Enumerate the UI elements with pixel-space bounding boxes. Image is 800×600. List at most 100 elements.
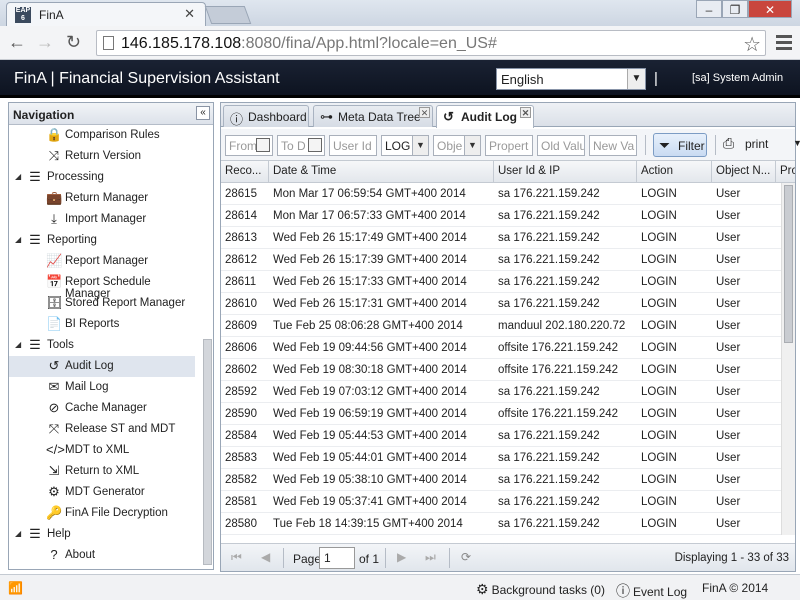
- nav-group-processing[interactable]: ◢ ☰ Processing: [9, 167, 195, 188]
- nav-group-reporting[interactable]: ◢ ☰ Reporting: [9, 230, 195, 251]
- table-row[interactable]: 28611 Wed Feb 26 15:17:33 GMT+400 2014 sa …: [221, 271, 781, 293]
- page-number-input[interactable]: 1: [319, 547, 355, 569]
- event-log[interactable]: ⓘ Event Log: [616, 581, 687, 600]
- table-row[interactable]: 28592 Wed Feb 19 07:03:12 GMT+400 2014 sa …: [221, 381, 781, 403]
- table-row[interactable]: 28615 Mon Mar 17 06:59:54 GMT+400 2014 sa …: [221, 183, 781, 205]
- browser-tab[interactable]: EAP 6 FinA ✕: [6, 2, 206, 26]
- prev-page-icon[interactable]: ◀: [261, 550, 270, 564]
- chevron-down-icon[interactable]: ▼: [464, 136, 480, 155]
- table-row[interactable]: 28581 Wed Feb 19 05:37:41 GMT+400 2014 sa …: [221, 491, 781, 513]
- column-header-property[interactable]: Pro: [776, 161, 795, 183]
- table-cell: LOGIN: [641, 342, 677, 354]
- table-row[interactable]: 28606 Wed Feb 19 09:44:56 GMT+400 2014 off…: [221, 337, 781, 359]
- table-row[interactable]: 28583 Wed Feb 19 05:44:01 GMT+400 2014 sa …: [221, 447, 781, 469]
- user-id-field[interactable]: User Id: [329, 135, 377, 156]
- collapse-icon[interactable]: «: [196, 106, 210, 120]
- table-row[interactable]: 28590 Wed Feb 19 06:59:19 GMT+400 2014 off…: [221, 403, 781, 425]
- compress-icon: ⤧: [48, 421, 60, 436]
- table-row[interactable]: 28602 Wed Feb 19 08:30:18 GMT+400 2014 off…: [221, 359, 781, 381]
- grid-vertical-scrollbar[interactable]: [781, 183, 795, 535]
- table-row[interactable]: 28580 Tue Feb 18 14:39:15 GMT+400 2014 sa …: [221, 513, 781, 535]
- expand-arrow-icon[interactable]: ◢: [15, 172, 21, 181]
- close-tab-icon[interactable]: ✕: [520, 107, 531, 118]
- table-cell: manduul 202.180.220.72: [498, 320, 626, 332]
- tab-meta-data-tree[interactable]: ⊶ Meta Data Tree ✕: [313, 105, 433, 127]
- refresh-icon[interactable]: ⟳: [461, 550, 471, 564]
- language-select[interactable]: English ▼: [496, 68, 646, 90]
- background-tasks[interactable]: ⚙ Background tasks (0): [476, 581, 605, 598]
- new-value-field[interactable]: New Va: [589, 135, 637, 156]
- table-row[interactable]: 28610 Wed Feb 26 15:17:31 GMT+400 2014 sa …: [221, 293, 781, 315]
- nav-item-comparison-rules[interactable]: 🔒 Comparison Rules: [9, 125, 195, 146]
- to-date-field[interactable]: To D: [277, 135, 325, 156]
- table-row[interactable]: 28613 Wed Feb 26 15:17:49 GMT+400 2014 sa …: [221, 227, 781, 249]
- expand-arrow-icon[interactable]: ◢: [15, 529, 21, 538]
- property-field[interactable]: Propert: [485, 135, 533, 156]
- column-header-date-time[interactable]: Date & Time: [269, 161, 494, 183]
- restore-icon[interactable]: ❐: [722, 0, 748, 18]
- tab-audit-log[interactable]: ↺ Audit Log ✕: [436, 105, 534, 128]
- forward-arrow-icon[interactable]: →: [36, 32, 54, 53]
- table-row[interactable]: 28582 Wed Feb 19 05:38:10 GMT+400 2014 sa …: [221, 469, 781, 491]
- nav-item-stored-report-manager[interactable]: 🗄 Stored Report Manager: [9, 293, 195, 314]
- action-select[interactable]: LOG ▼: [381, 135, 429, 156]
- address-bar[interactable]: 146.185.178.108:8080/fina/App.html?local…: [96, 30, 766, 56]
- chevron-down-icon[interactable]: ▼: [627, 69, 645, 89]
- sidebar-scrollbar[interactable]: [203, 339, 212, 565]
- table-row[interactable]: 28612 Wed Feb 26 15:17:39 GMT+400 2014 sa …: [221, 249, 781, 271]
- old-value-field[interactable]: Old Valu: [537, 135, 585, 156]
- nav-item-fina-file-decryption[interactable]: 🔑 FinA File Decryption: [9, 503, 195, 524]
- table-row[interactable]: 28609 Tue Feb 25 08:06:28 GMT+400 2014 man…: [221, 315, 781, 337]
- chevron-down-icon[interactable]: ▼: [412, 136, 428, 155]
- close-window-icon[interactable]: ✕: [748, 0, 792, 18]
- scrollbar-thumb[interactable]: [784, 185, 793, 343]
- nav-item-release-st-and-mdt[interactable]: ⤧ Release ST and MDT: [9, 419, 195, 440]
- nav-item-return-to-xml[interactable]: ⇲ Return to XML: [9, 461, 195, 482]
- column-header-object-name[interactable]: Object N...: [712, 161, 776, 183]
- nav-item-audit-log[interactable]: ↺ Audit Log: [9, 356, 195, 377]
- column-header-action[interactable]: Action: [637, 161, 712, 183]
- object-select[interactable]: Obje ▼: [433, 135, 481, 156]
- key-icon: 🔑: [46, 505, 63, 520]
- nav-item-report-manager[interactable]: 📈 Report Manager: [9, 251, 195, 272]
- tab-dashboard[interactable]: ⓘ Dashboard: [223, 105, 309, 127]
- new-tab-button[interactable]: [204, 6, 252, 24]
- nav-item-mdt-generator[interactable]: ⚙ MDT Generator: [9, 482, 195, 503]
- last-page-icon[interactable]: ⏭: [425, 550, 436, 565]
- nav-item-about[interactable]: ? About: [9, 545, 195, 566]
- nav-item-report-schedule-manager[interactable]: 📅 Report Schedule Manager: [9, 272, 195, 300]
- from-date-field[interactable]: From: [225, 135, 273, 156]
- current-user[interactable]: [sa] System Admin: [692, 72, 783, 84]
- nav-item-cache-manager[interactable]: ⊘ Cache Manager: [9, 398, 195, 419]
- column-header-record[interactable]: Reco...: [221, 161, 269, 183]
- expand-arrow-icon[interactable]: ◢: [15, 235, 21, 244]
- next-page-icon[interactable]: ▶: [397, 550, 406, 564]
- bookmark-star-icon[interactable]: ☆: [743, 32, 761, 57]
- url-host: 146.185.178.108: [121, 35, 242, 52]
- column-header-user-ip[interactable]: User Id & IP: [494, 161, 637, 183]
- calendar-icon[interactable]: [256, 138, 270, 152]
- nav-item-return-version[interactable]: ⤨ Return Version: [9, 146, 195, 167]
- nav-group-help[interactable]: ◢ ☰ Help: [9, 524, 195, 545]
- close-tab-icon[interactable]: ✕: [419, 107, 430, 118]
- minimize-icon[interactable]: –: [696, 0, 722, 18]
- table-cell: sa 176.221.159.242: [498, 276, 600, 288]
- nav-group-tools[interactable]: ◢ ☰ Tools: [9, 335, 195, 356]
- table-row[interactable]: 28614 Mon Mar 17 06:57:33 GMT+400 2014 sa …: [221, 205, 781, 227]
- nav-item-import-manager[interactable]: ⤓ Import Manager: [9, 209, 195, 230]
- nav-item-mdt-to-xml[interactable]: </> MDT to XML: [9, 440, 195, 461]
- document-icon: 📄: [46, 316, 63, 331]
- table-row[interactable]: 28584 Wed Feb 19 05:44:53 GMT+400 2014 sa …: [221, 425, 781, 447]
- nav-item-mail-log[interactable]: ✉ Mail Log: [9, 377, 195, 398]
- nav-item-bi-reports[interactable]: 📄 BI Reports: [9, 314, 195, 335]
- back-arrow-icon[interactable]: ←: [8, 32, 26, 53]
- filter-button[interactable]: ⏷ Filter: [653, 133, 707, 157]
- first-page-icon[interactable]: ⏮: [231, 550, 242, 565]
- reload-icon[interactable]: ↻: [66, 32, 81, 53]
- browser-menu-icon[interactable]: [776, 35, 792, 53]
- expand-arrow-icon[interactable]: ◢: [15, 340, 21, 349]
- nav-item-return-manager[interactable]: 💼 Return Manager: [9, 188, 195, 209]
- calendar-icon[interactable]: [308, 138, 322, 152]
- close-tab-icon[interactable]: ✕: [184, 6, 195, 22]
- table-cell: Wed Feb 19 05:44:01 GMT+400 2014: [273, 452, 467, 464]
